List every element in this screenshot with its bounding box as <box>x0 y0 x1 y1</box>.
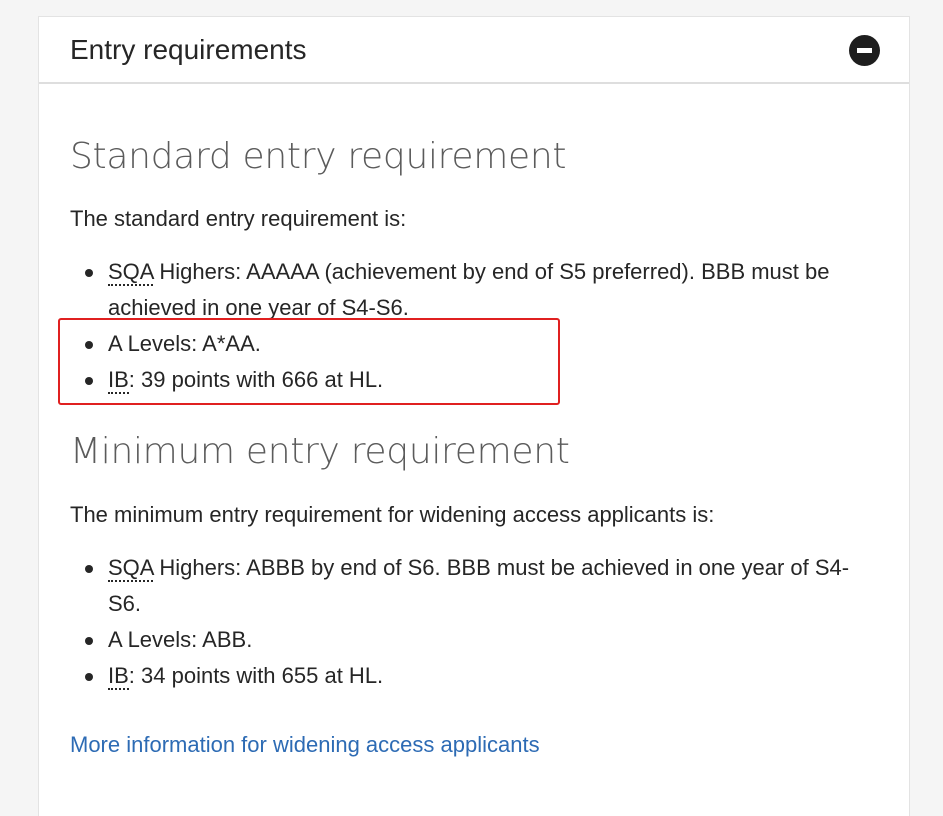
collapse-icon[interactable] <box>849 35 880 66</box>
list-item: IB: 34 points with 655 at HL. <box>85 658 880 694</box>
minimum-intro: The minimum entry requirement for wideni… <box>70 502 715 527</box>
highlight-annotation-box <box>58 318 560 405</box>
sqa-abbr[interactable]: SQA <box>108 259 154 286</box>
ib-abbr[interactable]: IB <box>108 663 129 690</box>
list-item: SQA Highers: ABBB by end of S6. BBB must… <box>85 550 880 622</box>
panel-title: Entry requirements <box>70 34 307 65</box>
standard-intro: The standard entry requirement is: <box>70 206 407 231</box>
entry-requirements-panel: Entry requirements Standard entry requir… <box>38 16 910 816</box>
minimum-heading: Minimum entry requirement <box>70 431 570 472</box>
standard-heading: Standard entry requirement <box>70 136 567 177</box>
panel-header[interactable]: Entry requirements <box>39 17 909 84</box>
list-item: A Levels: ABB. <box>85 622 880 658</box>
list-item: SQA Highers: AAAAA (achievement by end o… <box>85 254 880 326</box>
widening-access-link[interactable]: More information for widening access app… <box>70 731 540 759</box>
list-item-text: : 34 points with 655 at HL. <box>128 663 384 688</box>
list-item-text: Highers: AAAAA (achievement by end of S5… <box>108 259 830 320</box>
minus-icon <box>857 48 872 53</box>
list-item-text: Highers: ABBB by end of S6. BBB must be … <box>108 555 850 616</box>
sqa-abbr[interactable]: SQA <box>108 555 154 582</box>
minimum-list: SQA Highers: ABBB by end of S6. BBB must… <box>70 550 880 694</box>
list-item-text: A Levels: ABB. <box>108 627 253 652</box>
